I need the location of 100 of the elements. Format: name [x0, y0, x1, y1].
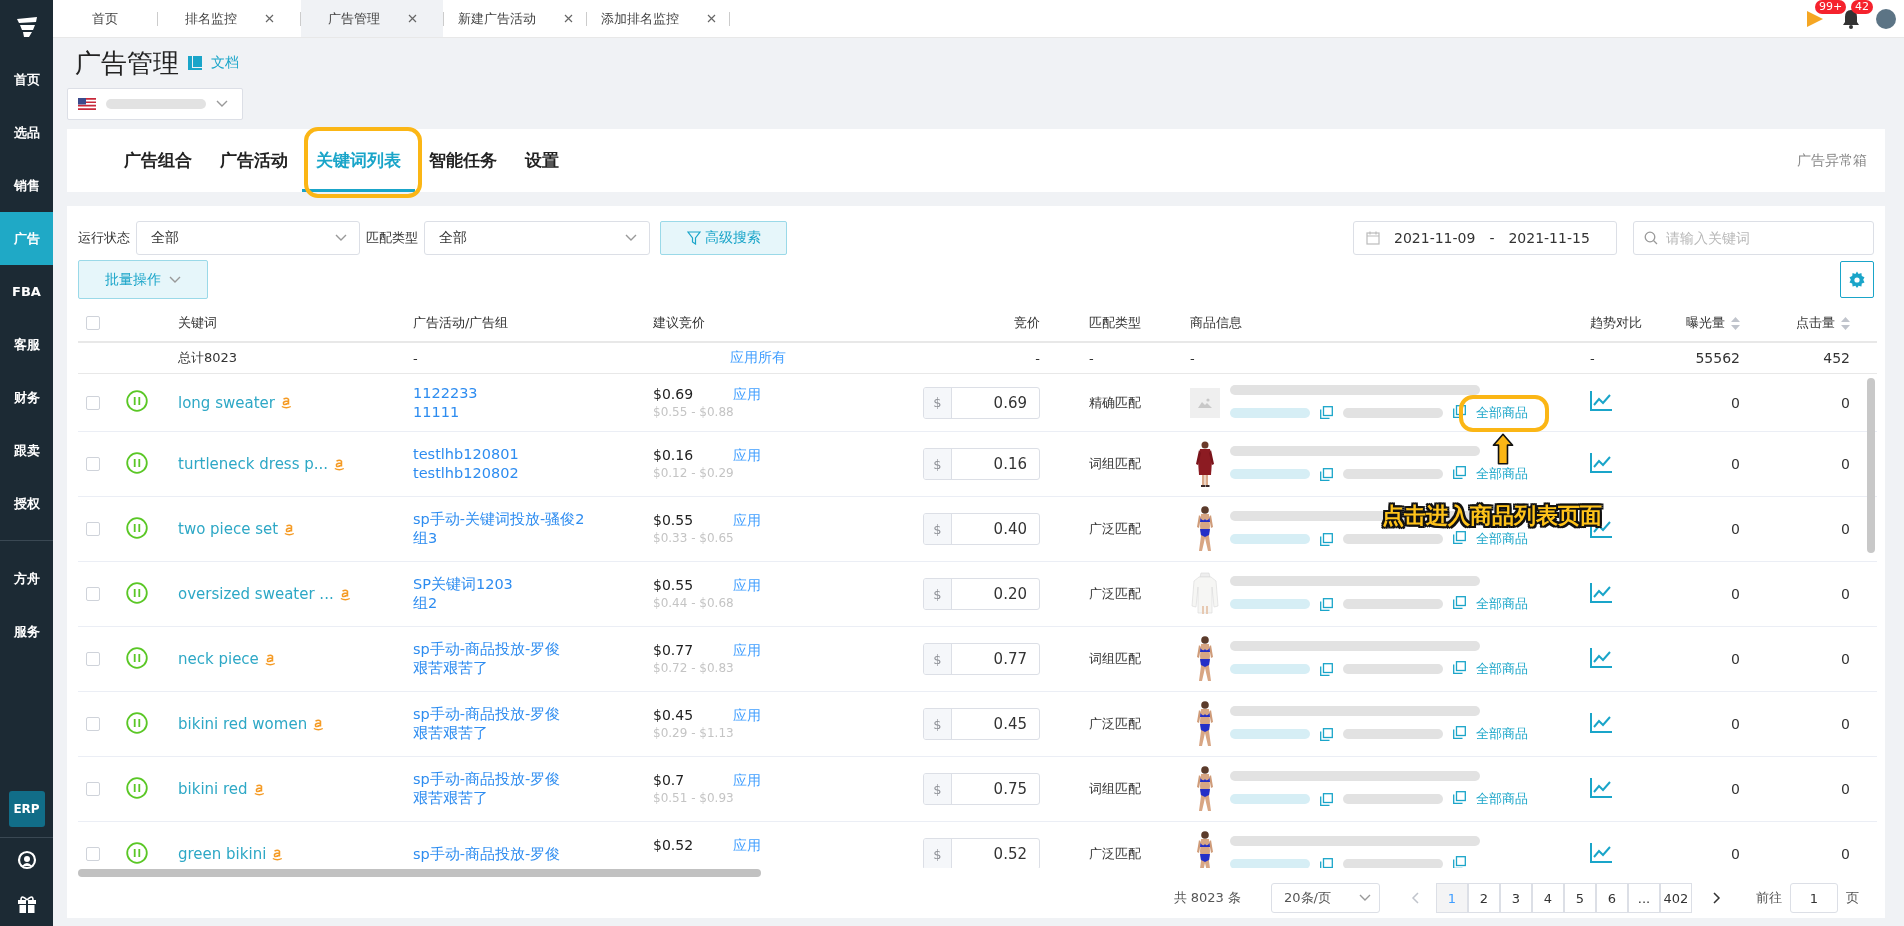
abnormal-box-link[interactable]: 广告异常箱: [1797, 151, 1867, 170]
copy-icon[interactable]: [1320, 597, 1333, 611]
page-tab[interactable]: 首页: [53, 0, 157, 37]
section-tab[interactable]: 关键词列表: [302, 129, 415, 192]
status-select[interactable]: 全部: [136, 221, 360, 255]
sidebar-item[interactable]: 方舟: [0, 552, 53, 605]
erp-button[interactable]: ERP: [8, 791, 45, 827]
close-icon[interactable]: [563, 14, 573, 23]
close-icon[interactable]: [706, 14, 716, 23]
bid-input[interactable]: $ 0.20: [923, 578, 1040, 610]
page-button[interactable]: 4: [1532, 883, 1564, 913]
apply-link[interactable]: 应用: [733, 836, 883, 854]
copy-icon[interactable]: [1453, 856, 1466, 868]
keyword-link[interactable]: long sweater: [178, 393, 275, 412]
campaign-link[interactable]: sp手动-关键词投放-骚俊2: [413, 510, 653, 529]
ad-group-link[interactable]: 11111: [413, 402, 653, 422]
copy-icon[interactable]: [1320, 406, 1333, 419]
batch-actions-button[interactable]: 批量操作: [78, 260, 208, 299]
apply-link[interactable]: 应用: [733, 511, 883, 529]
section-tab[interactable]: 广告活动: [206, 129, 302, 192]
copy-icon[interactable]: [1453, 726, 1466, 739]
ad-group-link[interactable]: 艰苦艰苦了: [413, 789, 653, 808]
keyword-link[interactable]: bikini red: [178, 780, 248, 798]
campaign-link[interactable]: SP关键词1203: [413, 575, 653, 594]
apply-link[interactable]: 应用: [733, 706, 883, 724]
keyword-link[interactable]: oversized sweater ...: [178, 585, 334, 603]
bid-input[interactable]: $ 0.69: [923, 386, 1040, 419]
column-header[interactable]: 曝光量: [1686, 314, 1725, 332]
apply-link[interactable]: 应用: [733, 576, 883, 594]
bid-input[interactable]: $ 0.52: [923, 838, 1040, 868]
bid-input[interactable]: $ 0.77: [923, 643, 1040, 675]
keyword-link[interactable]: green bikini: [178, 845, 267, 863]
ad-group-link[interactable]: 艰苦艰苦了: [413, 659, 653, 678]
next-page-icon[interactable]: [1713, 892, 1721, 904]
page-button[interactable]: 2: [1468, 883, 1500, 913]
all-products-link[interactable]: 全部商品: [1476, 595, 1528, 613]
row-checkbox[interactable]: [86, 522, 100, 536]
sidebar-item[interactable]: 首页: [0, 53, 53, 106]
apply-all-link[interactable]: 应用所有: [653, 349, 883, 367]
copy-icon[interactable]: [1453, 661, 1466, 674]
page-size-select[interactable]: 20条/页: [1271, 883, 1380, 913]
sidebar-item[interactable]: 客服: [0, 318, 53, 371]
pause-icon[interactable]: [126, 646, 148, 669]
campaign-link[interactable]: 1122233: [413, 383, 653, 403]
avatar[interactable]: [1876, 8, 1896, 29]
pause-icon[interactable]: [126, 581, 148, 604]
keyword-link[interactable]: neck piece: [178, 650, 259, 668]
previous-page-icon[interactable]: [1411, 892, 1419, 904]
logo-icon[interactable]: [14, 15, 39, 38]
all-products-link[interactable]: 全部商品: [1476, 660, 1528, 678]
pause-icon[interactable]: [126, 841, 148, 864]
goto-page-field[interactable]: 1: [1790, 883, 1838, 913]
settings-button[interactable]: [1840, 261, 1874, 298]
close-icon[interactable]: [264, 14, 274, 23]
page-tab[interactable]: 排名监控: [158, 0, 300, 37]
copy-icon[interactable]: [1320, 727, 1333, 741]
doc-link[interactable]: 文档: [211, 54, 239, 72]
gift-icon[interactable]: [16, 894, 37, 914]
copy-icon[interactable]: [1453, 466, 1466, 479]
sidebar-item[interactable]: 跟卖: [0, 424, 53, 477]
pause-icon[interactable]: [126, 451, 148, 474]
copy-icon[interactable]: [1453, 791, 1466, 804]
horizontal-scrollbar[interactable]: [78, 869, 761, 877]
close-icon[interactable]: [407, 14, 417, 23]
all-products-link[interactable]: 全部商品: [1476, 465, 1528, 483]
row-checkbox[interactable]: [86, 847, 100, 861]
copy-icon[interactable]: [1320, 662, 1333, 676]
copy-icon[interactable]: [1320, 792, 1333, 806]
copy-icon[interactable]: [1320, 532, 1333, 546]
section-tab[interactable]: 智能任务: [415, 129, 511, 192]
page-tab[interactable]: 广告管理: [301, 0, 443, 37]
all-products-link[interactable]: 全部商品: [1476, 725, 1528, 743]
page-button[interactable]: ...: [1628, 883, 1660, 913]
keyword-link[interactable]: bikini red women: [178, 715, 308, 733]
page-tab[interactable]: 新建广告活动: [444, 0, 586, 37]
pause-icon[interactable]: [126, 711, 148, 734]
date-range-field[interactable]: 2021-11-09 - 2021-11-15: [1353, 221, 1617, 255]
all-products-link[interactable]: 全部商品: [1476, 530, 1528, 548]
row-checkbox[interactable]: [86, 717, 100, 731]
campaign-link[interactable]: sp手动-商品投放-罗俊: [413, 640, 653, 659]
row-checkbox[interactable]: [86, 652, 100, 666]
bell-icon[interactable]: [1842, 8, 1860, 29]
bid-input[interactable]: $ 0.16: [923, 448, 1040, 480]
copy-icon[interactable]: [1453, 404, 1466, 418]
pause-icon[interactable]: [126, 516, 148, 539]
page-tab[interactable]: 添加排名监控: [587, 0, 729, 37]
sidebar-item[interactable]: 财务: [0, 371, 53, 424]
apply-link[interactable]: 应用: [733, 771, 883, 789]
row-checkbox[interactable]: [86, 587, 100, 601]
ad-group-link[interactable]: 组3: [413, 529, 653, 548]
sort-icon[interactable]: [1731, 316, 1740, 330]
sidebar-item[interactable]: 选品: [0, 106, 53, 159]
section-tab[interactable]: 设置: [511, 129, 573, 192]
page-button[interactable]: 1: [1436, 883, 1468, 913]
search-field[interactable]: 请输入关键词: [1633, 221, 1874, 255]
page-button[interactable]: 6: [1596, 883, 1628, 913]
keyword-link[interactable]: turtleneck dress p...: [178, 455, 329, 473]
campaign-link[interactable]: sp手动-商品投放-罗俊: [413, 844, 653, 864]
all-products-link[interactable]: 全部商品: [1476, 403, 1528, 422]
sidebar-item[interactable]: 授权: [0, 477, 53, 530]
